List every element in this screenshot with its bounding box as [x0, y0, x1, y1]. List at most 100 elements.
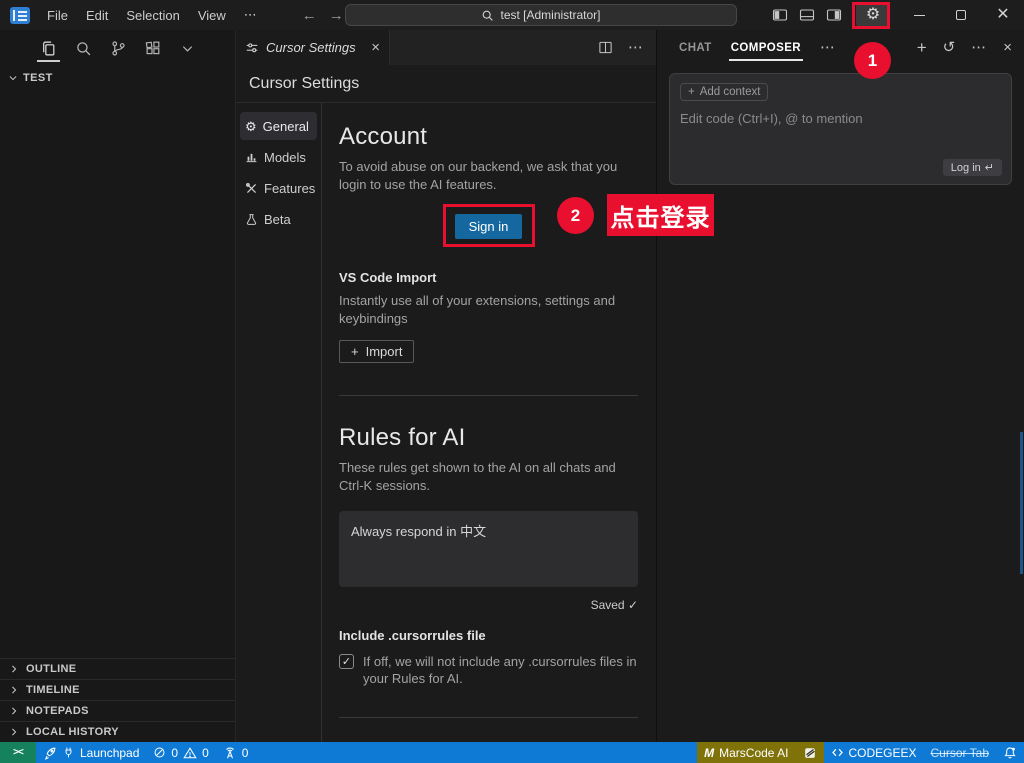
add-context-chip[interactable]: + Add context — [680, 83, 769, 101]
plus-icon: + — [351, 344, 359, 359]
log-in-button[interactable]: Log in ↵ — [942, 159, 1002, 176]
section-label: LOCAL HISTORY — [26, 726, 119, 738]
new-chat-icon[interactable]: + — [917, 39, 927, 56]
settings-nav-features[interactable]: Features — [240, 174, 317, 202]
split-editor-icon[interactable] — [598, 40, 613, 55]
history-back-icon[interactable]: ← — [302, 7, 317, 24]
flask-icon — [245, 213, 258, 226]
explorer-icon[interactable] — [37, 40, 60, 62]
import-button[interactable]: + Import — [339, 340, 415, 363]
close-icon: ✕ — [996, 6, 1010, 23]
app-logo-icon — [10, 6, 30, 24]
account-description: To avoid abuse on our backend, we ask th… — [339, 159, 618, 192]
marscode-label: MarsCode AI — [719, 745, 789, 760]
warning-count: 0 — [202, 745, 209, 760]
chevron-right-icon — [9, 706, 19, 716]
annotation-gear-highlight — [852, 2, 890, 29]
nav-label: Features — [264, 180, 316, 196]
chevron-right-icon — [9, 727, 19, 737]
toggle-secondary-sidebar-icon[interactable] — [826, 7, 842, 23]
check-icon: ✓ — [341, 656, 352, 668]
editor-more-actions-icon[interactable]: ⋯ — [628, 40, 644, 55]
activity-bar — [0, 30, 235, 67]
status-bar: >< Launchpad 0 0 0 M MarsCode AI CODEGEE… — [0, 742, 1024, 763]
sidebar-section-notepads[interactable]: NOTEPADS — [0, 700, 235, 721]
add-context-label: Add context — [699, 86, 761, 98]
menu-more-icon[interactable]: ⋯ — [235, 4, 266, 26]
extensions-icon[interactable] — [145, 40, 162, 57]
problems-status-item[interactable]: 0 0 — [146, 742, 215, 763]
section-divider — [339, 395, 638, 396]
launchpad-status-item[interactable]: Launchpad — [36, 742, 146, 763]
history-forward-icon[interactable]: → — [329, 7, 344, 24]
tab-composer[interactable]: COMPOSER — [728, 42, 804, 61]
section-label: TIMELINE — [26, 684, 80, 696]
bar-chart-icon — [245, 151, 258, 164]
nav-label: General — [262, 118, 309, 134]
explorer-empty-area — [0, 84, 235, 658]
window-close-button[interactable]: ✕ — [982, 0, 1024, 30]
ports-status-item[interactable]: 0 — [216, 742, 256, 763]
menu-file[interactable]: File — [38, 5, 77, 26]
menu-view[interactable]: View — [189, 5, 235, 26]
menu-selection[interactable]: Selection — [117, 5, 188, 26]
tab-chat[interactable]: CHAT — [679, 42, 712, 54]
marscode-status-item[interactable]: M MarsCode AI — [697, 742, 796, 763]
rules-textarea[interactable]: Always respond in 中文 — [339, 511, 638, 587]
toggle-sidebar-icon[interactable] — [772, 7, 788, 23]
tab-cursor-settings[interactable]: Cursor Settings × — [236, 30, 390, 65]
account-heading: Account — [339, 123, 428, 150]
search-value: test [Administrator] — [500, 8, 601, 22]
cursor-tab-status-item[interactable]: Cursor Tab — [924, 742, 996, 763]
cursor-tab-label: Cursor Tab — [930, 745, 989, 760]
chevron-down-icon — [8, 73, 18, 83]
codegeex-status-item[interactable]: CODEGEEX — [824, 742, 924, 763]
sidebar-section-timeline[interactable]: TIMELINE — [0, 679, 235, 700]
codegeex-icon — [831, 746, 844, 759]
menu-bar: File Edit Selection View ⋯ — [38, 4, 266, 26]
remote-indicator[interactable]: >< — [0, 742, 36, 763]
settings-page-title: Cursor Settings — [236, 65, 656, 103]
tools-icon — [245, 182, 258, 195]
search-icon — [481, 9, 494, 22]
rules-saved-status: Saved ✓ — [590, 598, 638, 612]
nav-label: Models — [264, 149, 306, 165]
section-label: OUTLINE — [26, 663, 77, 675]
window-maximize-button[interactable] — [940, 0, 982, 30]
explorer-sidebar: TEST OUTLINE TIMELINE NOTEPADS LOCAL HIS… — [0, 30, 236, 742]
explorer-root-folder[interactable]: TEST — [0, 67, 235, 84]
command-center-search[interactable]: test [Administrator] — [345, 4, 737, 26]
remote-icon: >< — [13, 747, 24, 758]
vscode-import-description: Instantly use all of your extensions, se… — [339, 293, 616, 326]
toggle-panel-icon[interactable] — [799, 7, 815, 23]
rocket-icon — [43, 746, 57, 760]
marscode-icon: M — [704, 745, 715, 760]
window-edge-scrollbar[interactable] — [1020, 432, 1023, 574]
search-view-icon[interactable] — [75, 40, 92, 57]
sidebar-section-local-history[interactable]: LOCAL HISTORY — [0, 721, 235, 742]
cursorrules-checkbox[interactable]: ✓ — [339, 654, 354, 669]
gear-icon: ⚙ — [245, 118, 257, 134]
menu-edit[interactable]: Edit — [77, 5, 117, 26]
settings-nav-general[interactable]: ⚙ General — [240, 112, 317, 140]
tab-close-icon[interactable]: × — [371, 39, 380, 56]
annotation-login-tip: 点击登录 — [607, 194, 714, 236]
composer-input-box[interactable]: + Add context Edit code (Ctrl+I), @ to m… — [669, 73, 1012, 185]
window-minimize-button[interactable] — [898, 0, 940, 30]
tab-title: Cursor Settings — [266, 40, 356, 55]
log-in-label: Log in — [950, 161, 981, 174]
more-views-chevron-icon[interactable] — [180, 41, 195, 56]
settings-nav-models[interactable]: Models — [240, 143, 317, 171]
minimize-icon — [913, 14, 925, 16]
settings-nav-beta[interactable]: Beta — [240, 205, 317, 233]
history-icon[interactable]: ↺ — [943, 40, 956, 55]
notifications-status-item[interactable] — [996, 742, 1024, 763]
section-divider — [339, 717, 638, 718]
close-panel-icon[interactable]: × — [1003, 40, 1012, 55]
chat-tabs-more-icon[interactable]: ⋯ — [820, 40, 836, 55]
source-control-icon[interactable] — [110, 40, 127, 57]
sidebar-section-outline[interactable]: OUTLINE — [0, 658, 235, 679]
marscode-extension-status-item[interactable] — [795, 742, 824, 763]
chat-more-actions-icon[interactable]: ⋯ — [971, 40, 987, 55]
settings-nav: ⚙ General Models Features Beta — [236, 103, 322, 742]
